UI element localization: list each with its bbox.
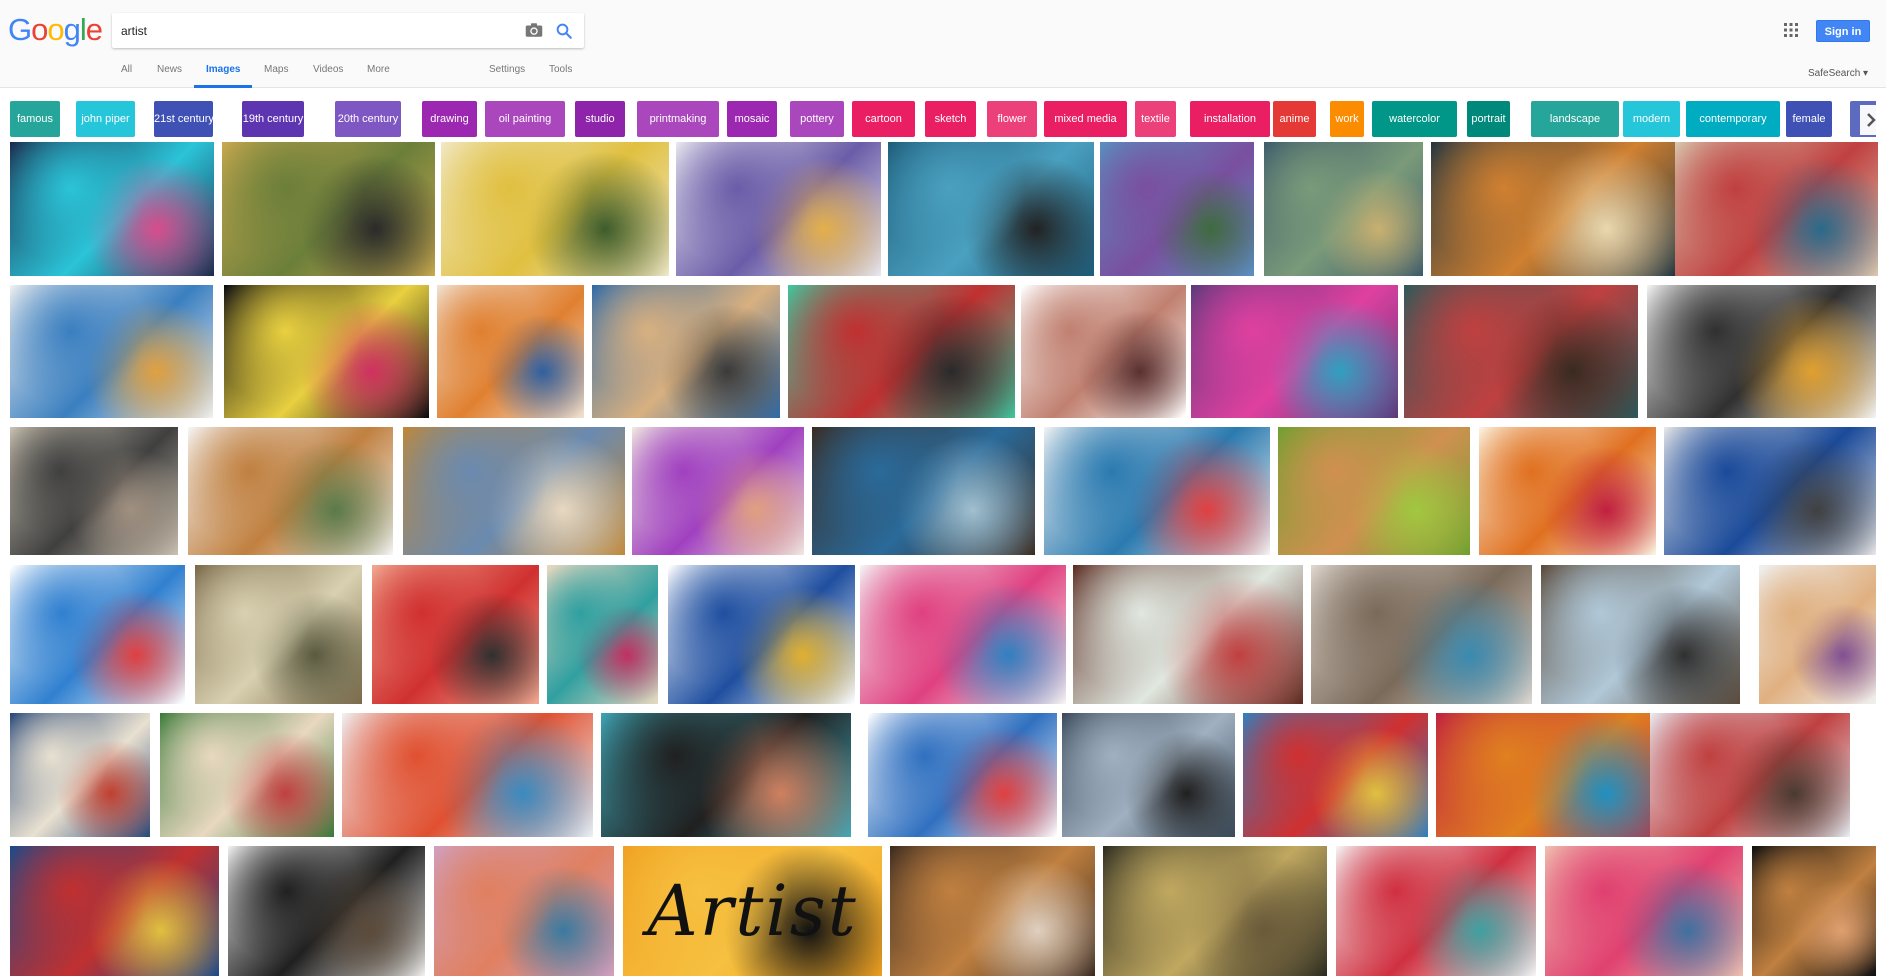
image-result[interactable]: [1431, 142, 1675, 276]
image-result[interactable]: [788, 285, 1015, 418]
image-result[interactable]: [10, 427, 178, 555]
image-result[interactable]: [860, 565, 1066, 704]
image-result[interactable]: [1311, 565, 1532, 704]
image-result[interactable]: [888, 142, 1094, 276]
image-result-text: Artist: [647, 870, 858, 952]
image-result[interactable]: [10, 713, 150, 837]
image-result[interactable]: [592, 285, 780, 418]
image-result[interactable]: [676, 142, 881, 276]
image-result[interactable]: [1062, 713, 1235, 837]
image-result[interactable]: [1545, 846, 1743, 976]
image-result[interactable]: [1647, 285, 1876, 418]
image-result[interactable]: [890, 846, 1095, 976]
image-result[interactable]: [1100, 142, 1254, 276]
image-result[interactable]: [1191, 285, 1398, 418]
image-result[interactable]: [10, 285, 213, 418]
image-result[interactable]: [222, 142, 435, 276]
image-result[interactable]: [228, 846, 425, 976]
image-result[interactable]: [1044, 427, 1270, 555]
image-result[interactable]: [10, 565, 185, 704]
image-result[interactable]: [1752, 846, 1876, 976]
image-result[interactable]: [160, 713, 334, 837]
image-result[interactable]: [632, 427, 804, 555]
image-result[interactable]: [195, 565, 362, 704]
image-result[interactable]: [441, 142, 669, 276]
image-result[interactable]: [434, 846, 614, 976]
image-result[interactable]: [1103, 846, 1327, 976]
image-result[interactable]: [10, 142, 214, 276]
image-result[interactable]: [224, 285, 429, 418]
image-results-grid: Artist: [0, 0, 1886, 979]
image-result[interactable]: [812, 427, 1035, 555]
image-result[interactable]: [1479, 427, 1656, 555]
image-result[interactable]: [1650, 713, 1850, 837]
image-result[interactable]: [1675, 142, 1878, 276]
image-result[interactable]: [342, 713, 593, 837]
image-result[interactable]: [1336, 846, 1536, 976]
image-result[interactable]: [1759, 565, 1876, 704]
image-result[interactable]: [1436, 713, 1672, 837]
image-result[interactable]: [547, 565, 658, 704]
image-result[interactable]: [1264, 142, 1423, 276]
image-result[interactable]: [868, 713, 1057, 837]
image-result[interactable]: [1073, 565, 1303, 704]
image-result[interactable]: [1278, 427, 1470, 555]
image-result[interactable]: [668, 565, 855, 704]
image-result[interactable]: [437, 285, 584, 418]
image-result[interactable]: [372, 565, 539, 704]
image-result[interactable]: [1243, 713, 1428, 837]
image-result[interactable]: [10, 846, 219, 976]
image-result[interactable]: [1664, 427, 1876, 555]
image-result[interactable]: [1541, 565, 1740, 704]
image-result[interactable]: [601, 713, 851, 837]
image-result[interactable]: [188, 427, 393, 555]
image-result[interactable]: [1404, 285, 1638, 418]
image-result[interactable]: [403, 427, 625, 555]
image-result[interactable]: [1021, 285, 1186, 418]
image-result[interactable]: Artist: [623, 846, 882, 976]
